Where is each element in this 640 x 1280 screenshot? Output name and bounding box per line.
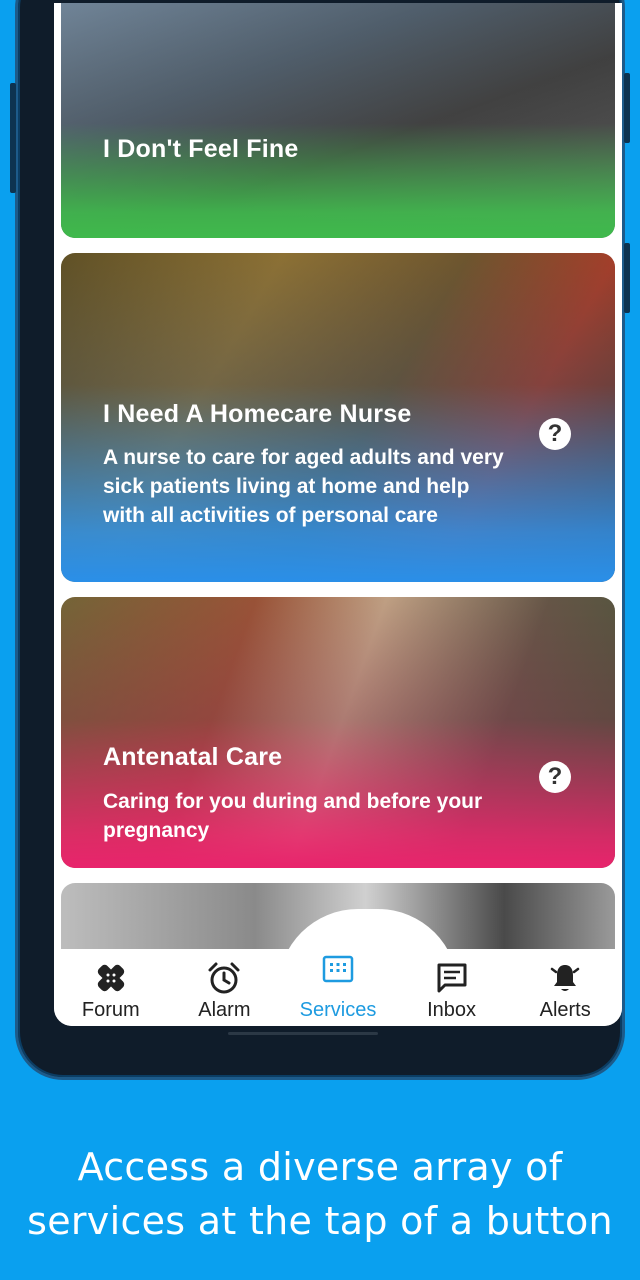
message-icon bbox=[437, 963, 467, 993]
nav-item-alarm[interactable]: Alarm bbox=[168, 949, 282, 1026]
bottom-navigation: Forum Alarm Services Inbox Alerts bbox=[54, 909, 622, 1026]
service-card-homecare-nurse[interactable]: I Need A Homecare Nurse ? A nurse to car… bbox=[61, 253, 615, 582]
card-title: Antenatal Care bbox=[103, 743, 283, 771]
grid-icon bbox=[322, 955, 354, 983]
help-icon[interactable]: ? bbox=[539, 418, 571, 450]
alarm-clock-icon bbox=[208, 962, 240, 994]
card-description: Caring for you during and before your pr… bbox=[103, 790, 483, 842]
nav-item-forum[interactable]: Forum bbox=[54, 949, 168, 1026]
nav-label: Forum bbox=[81, 999, 140, 1021]
card-title: I Need A Homecare Nurse bbox=[103, 400, 412, 428]
nav-item-services[interactable]: Services bbox=[281, 949, 395, 1026]
bandage-icon bbox=[97, 964, 124, 992]
nav-item-alerts[interactable]: Alerts bbox=[508, 949, 622, 1026]
card-overlay bbox=[61, 3, 615, 238]
nav-label: Inbox bbox=[427, 999, 477, 1021]
tagline-line-1: Access a diverse array of bbox=[77, 1145, 563, 1189]
home-indicator bbox=[228, 1032, 378, 1035]
promo-tagline: Access a diverse array of services at th… bbox=[0, 1140, 640, 1248]
tagline-line-2: services at the tap of a button bbox=[27, 1199, 613, 1243]
app-screen: I Don't Feel Fine I Need A Homecare Nurs… bbox=[54, 3, 622, 1026]
nav-label: Services bbox=[299, 999, 377, 1021]
card-description: A nurse to care for aged adults and very… bbox=[103, 446, 504, 527]
nav-label: Alerts bbox=[539, 999, 591, 1021]
nav-label: Alarm bbox=[198, 999, 251, 1021]
nav-item-inbox[interactable]: Inbox bbox=[395, 949, 509, 1026]
bell-icon bbox=[550, 965, 580, 991]
help-icon[interactable]: ? bbox=[539, 761, 571, 793]
service-card-dont-feel-fine[interactable]: I Don't Feel Fine bbox=[61, 3, 615, 238]
phone-side-button bbox=[624, 73, 630, 143]
phone-frame: I Don't Feel Fine I Need A Homecare Nurs… bbox=[10, 0, 630, 1080]
card-title: I Don't Feel Fine bbox=[103, 135, 299, 163]
phone-side-button bbox=[624, 243, 630, 313]
service-card-antenatal-care[interactable]: Antenatal Care ? Caring for you during a… bbox=[61, 597, 615, 868]
phone-side-button bbox=[10, 83, 16, 193]
